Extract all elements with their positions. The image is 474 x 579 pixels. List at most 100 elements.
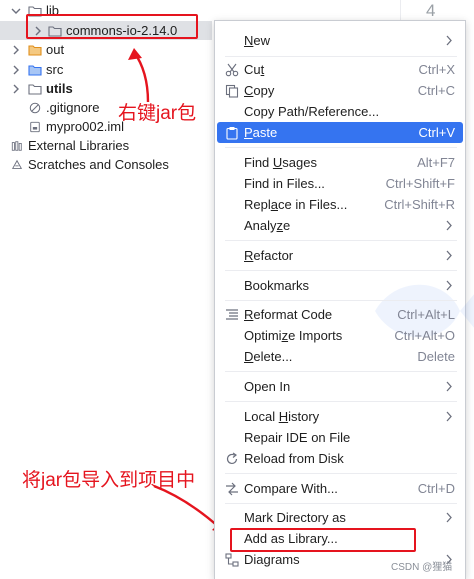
menu-label: Mark Directory as — [244, 510, 346, 525]
menu-label: Find in Files... — [244, 176, 325, 191]
menu-shortcut: Ctrl+Alt+O — [394, 328, 455, 343]
tree-item-label: utils — [46, 81, 73, 96]
highlight-box-add-library — [230, 528, 416, 552]
tree-item-src[interactable]: src — [10, 60, 63, 79]
menu-label: Repair IDE on File — [244, 430, 351, 445]
chevron-right-icon — [446, 35, 452, 46]
menu-label: Diagrams — [244, 552, 300, 567]
menu-label: Delete... — [244, 349, 293, 364]
menu-shortcut: Ctrl+V — [418, 125, 455, 140]
menu-item-delete[interactable]: Delete... Delete — [217, 346, 463, 367]
tree-item-label: External Libraries — [28, 138, 130, 153]
menu-item-find-in-files[interactable]: Find in Files... Ctrl+Shift+F — [217, 173, 463, 194]
menu-separator — [225, 503, 457, 504]
highlight-box-jar — [26, 14, 198, 39]
menu-item-refactor[interactable]: Refactor — [217, 245, 463, 266]
tree-item-external-libraries[interactable]: External Libraries — [10, 136, 129, 155]
chevron-down-icon[interactable] — [10, 5, 22, 17]
compare-icon — [226, 482, 238, 496]
menu-item-reformat-code[interactable]: Reformat Code Ctrl+Alt+L — [217, 304, 463, 325]
chevron-right-icon — [446, 411, 452, 422]
menu-item-new[interactable]: New — [217, 30, 463, 51]
module-file-icon — [30, 121, 40, 132]
menu-item-analyze[interactable]: Analyze — [217, 215, 463, 236]
chevron-right-icon[interactable] — [10, 83, 22, 95]
paste-icon — [226, 127, 238, 140]
menu-item-find-usages[interactable]: Find Usages Alt+F7 — [217, 152, 463, 173]
menu-item-replace-in-files[interactable]: Replace in Files... Ctrl+Shift+R — [217, 194, 463, 215]
menu-separator — [225, 56, 457, 57]
annotation-right-click: 右键jar包 — [118, 103, 197, 124]
menu-label: Analyze — [244, 218, 291, 233]
menu-label: Bookmarks — [244, 278, 310, 293]
annotation-arrow-up-icon — [128, 48, 150, 103]
menu-label: Copy Path/Reference... — [244, 104, 380, 119]
menu-separator — [225, 401, 457, 402]
tree-item-label: src — [46, 62, 64, 77]
chevron-right-icon — [446, 220, 452, 231]
menu-item-mark-directory[interactable]: Mark Directory as — [217, 507, 463, 528]
menu-item-copy[interactable]: Copy Ctrl+C — [217, 80, 463, 101]
context-menu: New Cut Ctrl+X Copy Ctrl+C Copy Path/Ref… — [214, 20, 474, 579]
reload-icon — [226, 452, 238, 465]
chevron-right-icon[interactable] — [10, 44, 22, 56]
tree-item-iml[interactable]: mypro002.iml — [28, 117, 124, 136]
menu-item-optimize-imports[interactable]: Optimize Imports Ctrl+Alt+O — [217, 325, 463, 346]
chevron-right-icon[interactable] — [10, 64, 22, 76]
tree-item-gitignore[interactable]: .gitignore — [28, 98, 99, 117]
menu-item-paste[interactable]: Paste Ctrl+V — [217, 122, 463, 143]
folder-blue-icon — [28, 64, 42, 76]
menu-shortcut: Alt+F7 — [417, 155, 455, 170]
menu-item-compare-with[interactable]: Compare With... Ctrl+D — [217, 478, 463, 499]
menu-separator — [225, 371, 457, 372]
menu-item-copy-path[interactable]: Copy Path/Reference... — [217, 101, 463, 122]
folder-orange-icon — [28, 44, 42, 56]
chevron-right-icon — [446, 250, 452, 261]
menu-separator — [225, 240, 457, 241]
tree-item-out[interactable]: out — [10, 40, 64, 59]
menu-separator — [225, 270, 457, 271]
menu-shortcut: Ctrl+Shift+F — [385, 176, 455, 191]
tree-item-utils[interactable]: utils — [10, 79, 73, 98]
menu-separator — [225, 300, 457, 301]
menu-label: Optimize Imports — [244, 328, 343, 343]
menu-item-bookmarks[interactable]: Bookmarks — [217, 275, 463, 296]
menu-label: Local History — [244, 409, 320, 424]
chevron-right-icon — [446, 512, 452, 523]
menu-label: Cut — [244, 62, 265, 77]
tree-item-scratches[interactable]: Scratches and Consoles — [10, 155, 169, 174]
menu-shortcut: Ctrl+D — [417, 481, 455, 496]
menu-item-cut[interactable]: Cut Ctrl+X — [217, 59, 463, 80]
folder-icon — [28, 83, 42, 95]
copy-icon — [225, 84, 239, 98]
menu-label: New — [244, 33, 271, 48]
menu-item-reload-from-disk[interactable]: Reload from Disk — [217, 448, 463, 469]
menu-label: Find Usages — [244, 155, 317, 170]
menu-item-local-history[interactable]: Local History — [217, 406, 463, 427]
line-number: 4 — [426, 1, 436, 20]
menu-label: Compare With... — [244, 481, 338, 496]
menu-item-repair-ide[interactable]: Repair IDE on File — [217, 427, 463, 448]
reformat-icon — [226, 309, 238, 320]
menu-shortcut: Delete — [417, 349, 455, 364]
menu-label: Replace in Files... — [244, 197, 348, 212]
menu-label: Refactor — [244, 248, 294, 263]
project-tree: lib commons-io-2.14.0 out src utils .git… — [0, 0, 230, 579]
menu-shortcut: Ctrl+X — [418, 62, 455, 77]
menu-separator — [225, 473, 457, 474]
menu-item-open-in[interactable]: Open In — [217, 376, 463, 397]
menu-separator — [225, 147, 457, 148]
chevron-right-icon — [446, 280, 452, 291]
watermark: CSDN @狸猫 — [391, 562, 453, 573]
scratches-icon — [11, 159, 23, 169]
diagrams-icon — [225, 553, 239, 567]
menu-label: Paste — [244, 125, 278, 140]
tree-item-label: out — [46, 42, 65, 57]
menu-shortcut: Ctrl+C — [417, 83, 455, 98]
menu-shortcut: Ctrl+Shift+R — [384, 197, 455, 212]
tree-item-label: mypro002.iml — [46, 119, 125, 134]
menu-label: Reformat Code — [244, 307, 333, 322]
menu-label: Open In — [244, 379, 291, 394]
tree-item-label: Scratches and Consoles — [28, 157, 169, 172]
ignore-file-icon — [29, 102, 41, 113]
